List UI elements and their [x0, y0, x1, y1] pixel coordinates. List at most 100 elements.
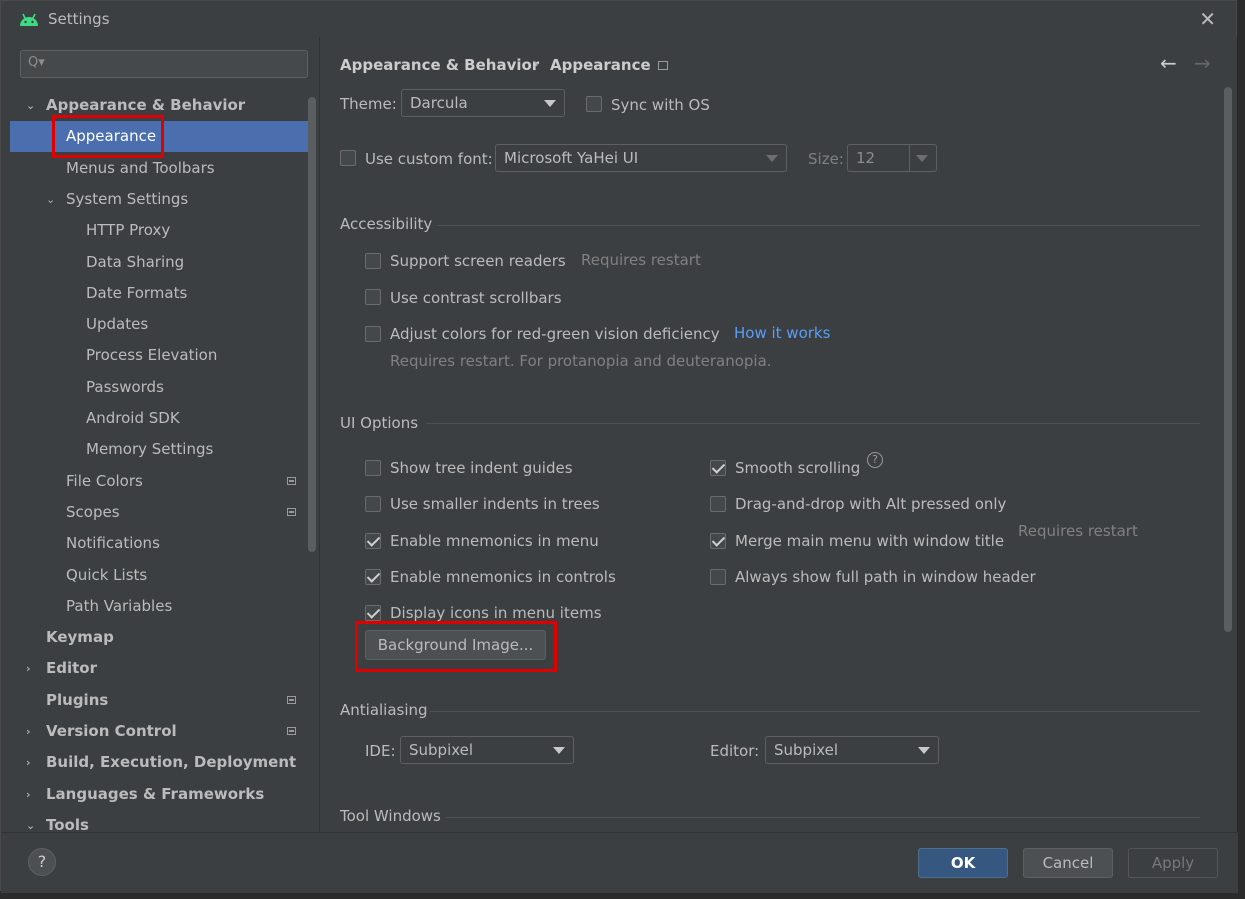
sidebar-item[interactable]: Android SDK — [10, 403, 310, 434]
ui-option-checkbox[interactable] — [365, 460, 381, 476]
sidebar-scrollbar[interactable] — [308, 97, 316, 552]
android-icon — [18, 11, 40, 27]
screen-readers-label[interactable]: Support screen readers — [390, 252, 566, 270]
chevron-right-icon[interactable]: › — [26, 716, 40, 747]
section-divider — [437, 225, 1200, 226]
custom-font-label[interactable]: Use custom font: — [365, 150, 493, 168]
content-scrollbar[interactable] — [1224, 87, 1232, 632]
how-it-works-link[interactable]: How it works — [734, 324, 830, 342]
sync-os-label[interactable]: Sync with OS — [611, 96, 710, 114]
ide-aa-select[interactable]: Subpixel — [400, 736, 574, 764]
ui-option-checkbox[interactable] — [710, 569, 726, 585]
help-icon[interactable]: ? — [867, 452, 883, 468]
custom-font-checkbox[interactable] — [340, 150, 356, 166]
sync-os-checkbox[interactable] — [586, 96, 602, 112]
sidebar-item-label: Tools — [46, 815, 89, 832]
sidebar-item[interactable]: Passwords — [10, 372, 310, 403]
ui-option-label[interactable]: Drag-and-drop with Alt pressed only — [735, 495, 1006, 513]
ui-option-label[interactable]: Show tree indent guides — [390, 459, 573, 477]
cancel-button[interactable]: Cancel — [1023, 848, 1113, 878]
sidebar-item[interactable]: ⌄ System Settings — [10, 184, 310, 215]
background-image-button[interactable]: Background Image... — [365, 630, 546, 660]
chevron-down-icon[interactable]: ⌄ — [46, 184, 60, 215]
font-select[interactable]: Microsoft YaHei UI — [495, 144, 787, 172]
sidebar-item[interactable]: Scopes — [10, 497, 310, 528]
sidebar-item[interactable]: Process Elevation — [10, 340, 310, 371]
screen-readers-checkbox[interactable] — [365, 253, 381, 269]
search-icon: Q▾ — [28, 55, 45, 70]
chevron-down-icon[interactable]: ⌄ — [26, 90, 40, 121]
sidebar-item[interactable]: Keymap — [10, 622, 310, 653]
ui-options-title: UI Options — [340, 414, 419, 432]
chevron-down-icon — [916, 155, 928, 162]
sidebar-item[interactable]: Quick Lists — [10, 560, 310, 591]
sidebar-item-label: Android SDK — [86, 409, 180, 427]
back-arrow-icon[interactable]: ← — [1160, 51, 1177, 75]
sidebar-item[interactable]: › Languages & Frameworks — [10, 779, 310, 810]
forward-arrow-icon[interactable]: → — [1194, 51, 1211, 75]
ui-option-label[interactable]: Enable mnemonics in menu — [390, 532, 599, 550]
ui-option-checkbox[interactable] — [365, 569, 381, 585]
section-divider — [426, 423, 1200, 424]
font-size-select[interactable]: 12 — [847, 144, 937, 172]
ui-option-checkbox[interactable] — [710, 533, 726, 549]
ui-option-checkbox[interactable] — [365, 533, 381, 549]
sidebar-item[interactable]: › Build, Execution, Deployment — [10, 747, 310, 778]
contrast-scrollbars-label[interactable]: Use contrast scrollbars — [390, 289, 562, 307]
sidebar-item[interactable]: ⌄ Tools — [10, 810, 310, 832]
chevron-right-icon[interactable]: › — [26, 779, 40, 810]
ok-button[interactable]: OK — [918, 848, 1008, 878]
close-icon[interactable]: ✕ — [1199, 7, 1216, 31]
ui-option-checkbox[interactable] — [365, 605, 381, 621]
sidebar-item[interactable]: › Version Control — [10, 716, 310, 747]
ui-option-label[interactable]: Smooth scrolling — [735, 459, 860, 477]
sidebar-item[interactable]: Memory Settings — [10, 434, 310, 465]
editor-aa-select[interactable]: Subpixel — [765, 736, 939, 764]
ui-option-checkbox[interactable] — [710, 460, 726, 476]
sidebar-item[interactable]: Date Formats — [10, 278, 310, 309]
contrast-scrollbars-checkbox[interactable] — [365, 289, 381, 305]
adjust-colors-checkbox[interactable] — [365, 326, 381, 342]
ui-option-label[interactable]: Always show full path in window header — [735, 568, 1036, 586]
sidebar-item[interactable]: Plugins — [10, 685, 310, 716]
ui-option-checkbox[interactable] — [710, 496, 726, 512]
search-input[interactable]: Q▾ — [20, 50, 308, 78]
sidebar-item-label: Passwords — [86, 377, 164, 396]
section-divider — [430, 711, 1200, 712]
project-scope-icon — [287, 507, 296, 516]
section-divider — [446, 817, 1200, 818]
apply-button[interactable]: Apply — [1128, 848, 1218, 878]
chevron-right-icon[interactable]: › — [26, 653, 40, 684]
sidebar-item[interactable]: › Editor — [10, 653, 310, 684]
chevron-down-icon — [544, 100, 556, 107]
sidebar-item[interactable]: Data Sharing — [10, 247, 310, 278]
editor-aa-label: Editor: — [710, 742, 760, 760]
chevron-right-icon[interactable]: › — [26, 747, 40, 778]
sidebar-item[interactable]: Updates — [10, 309, 310, 340]
theme-select[interactable]: Darcula — [401, 89, 565, 117]
sidebar-item[interactable]: Menus and Toolbars — [10, 153, 310, 184]
merge-menu-note: Requires restart — [1018, 522, 1138, 540]
chevron-down-icon[interactable]: ⌄ — [26, 810, 40, 832]
accessibility-title: Accessibility — [340, 215, 433, 233]
sidebar-item[interactable]: Appearance — [10, 121, 310, 153]
sidebar-item[interactable]: Path Variables — [10, 591, 310, 622]
adjust-colors-label[interactable]: Adjust colors for red-green vision defic… — [390, 325, 720, 343]
ui-option-checkbox[interactable] — [365, 496, 381, 512]
ui-option-label[interactable]: Merge main menu with window title — [735, 532, 1004, 550]
sidebar-item-label: Languages & Frameworks — [46, 784, 265, 803]
sidebar-item[interactable]: ⌄ Appearance & Behavior — [10, 90, 310, 121]
ui-option-label[interactable]: Use smaller indents in trees — [390, 495, 600, 513]
ide-aa-value: Subpixel — [409, 741, 474, 759]
ui-option-label[interactable]: Display icons in menu items — [390, 604, 602, 622]
sidebar-item[interactable]: HTTP Proxy — [10, 215, 310, 246]
sidebar-item[interactable]: File Colors — [10, 466, 310, 497]
sidebar-item-label: Menus and Toolbars — [66, 158, 215, 177]
sidebar-item[interactable]: Notifications — [10, 528, 310, 559]
breadcrumb-parent[interactable]: Appearance & Behavior — [340, 56, 539, 74]
settings-content: Appearance & Behavior › Appearance ← → T… — [320, 37, 1237, 832]
ui-option-label[interactable]: Enable mnemonics in controls — [390, 568, 616, 586]
help-button[interactable]: ? — [28, 848, 56, 876]
tool-windows-title: Tool Windows — [340, 807, 441, 825]
window-title: Settings — [48, 10, 110, 28]
